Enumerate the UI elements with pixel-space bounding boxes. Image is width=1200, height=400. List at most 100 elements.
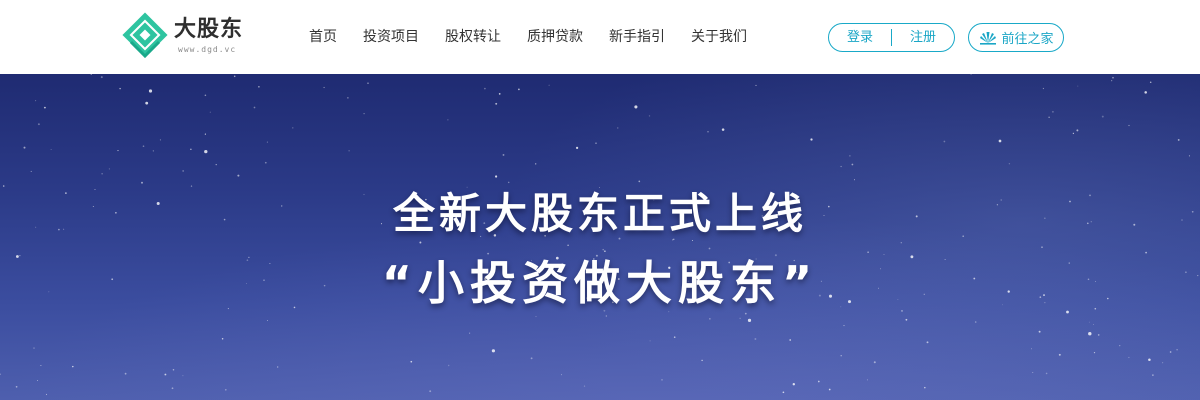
star [172,369,175,371]
star [840,165,842,168]
star [502,153,505,156]
star [204,149,208,154]
star [943,140,946,143]
star [1031,348,1032,350]
logo-title: 大股东 [174,17,244,42]
nav-item-home[interactable]: 首页 [296,0,350,74]
hero-banner[interactable]: 全新大股东正式上线 “小投资做大股东” [0,74,1200,400]
star [348,150,350,152]
star [789,339,792,341]
star [119,87,121,90]
logo[interactable]: 大股东 www.dgd.vc [122,10,252,62]
star [35,100,37,102]
star [709,318,711,320]
star [583,385,586,387]
star [152,150,154,152]
star [744,312,747,315]
star [224,388,227,391]
star [575,146,579,150]
star [851,163,854,166]
star [45,393,48,396]
star [567,244,569,247]
star [171,387,174,390]
home-link-button[interactable]: 前往之家 [968,23,1064,52]
star [204,133,206,135]
star [810,138,813,141]
logo-diamond-icon [122,12,168,58]
star [602,248,604,251]
star [484,87,486,90]
star [33,347,35,349]
star [866,379,868,381]
nav-item-about-us[interactable]: 关于我们 [678,0,760,74]
star [1048,116,1050,118]
star [649,340,651,342]
star [661,379,663,381]
star [182,170,184,172]
nav-item-equity-transfer[interactable]: 股权转让 [432,0,514,74]
star [535,316,537,318]
nav-item-pledge-loan[interactable]: 质押贷款 [514,0,596,74]
star [43,106,46,109]
star [495,175,498,178]
login-button[interactable]: 登录 [829,24,891,51]
nav-item-beginner-guide[interactable]: 新手指引 [596,0,678,74]
star [182,375,184,377]
star [1045,372,1048,375]
star [595,142,597,144]
star [849,155,851,157]
star [707,130,709,133]
star [691,239,694,242]
star [1088,321,1090,323]
star [141,181,143,184]
star [148,89,153,93]
star [1038,330,1041,333]
star [1112,76,1114,79]
star [1149,81,1152,83]
star [1177,138,1180,141]
star [72,365,74,368]
star [754,338,757,340]
star [30,170,32,172]
star [926,341,929,344]
star [190,185,193,187]
star [1093,324,1094,325]
star [530,357,533,360]
star [367,82,369,84]
nav-item-projects[interactable]: 投资项目 [350,0,432,74]
star [854,179,855,181]
star [204,94,207,97]
star [970,74,972,75]
star [277,366,279,368]
star [873,361,876,364]
star [37,123,40,126]
star [900,242,902,244]
star [15,385,18,388]
site-header: 大股东 www.dgd.vc 首页 投资项目 股权转让 质押贷款 新手指引 关于… [0,0,1200,74]
star [708,247,711,250]
star [604,250,606,252]
star [817,380,820,383]
main-nav: 首页 投资项目 股权转让 质押贷款 新手指引 关于我们 [296,0,760,74]
star [108,168,110,170]
star [221,337,224,340]
star [1088,332,1092,336]
register-button[interactable]: 注册 [892,24,954,51]
star [1162,362,1164,364]
star [1072,132,1075,135]
star [215,163,217,166]
star [164,373,167,376]
star [1051,110,1054,113]
star [0,373,1,375]
star [1093,352,1096,354]
star [1008,163,1011,165]
star [1152,374,1154,376]
star [258,86,260,88]
star [1144,91,1147,94]
star [648,115,651,117]
star [1101,115,1104,118]
star [419,241,422,244]
star [1058,353,1061,356]
auth-group: 登录 注册 [828,23,955,52]
star [905,318,908,321]
